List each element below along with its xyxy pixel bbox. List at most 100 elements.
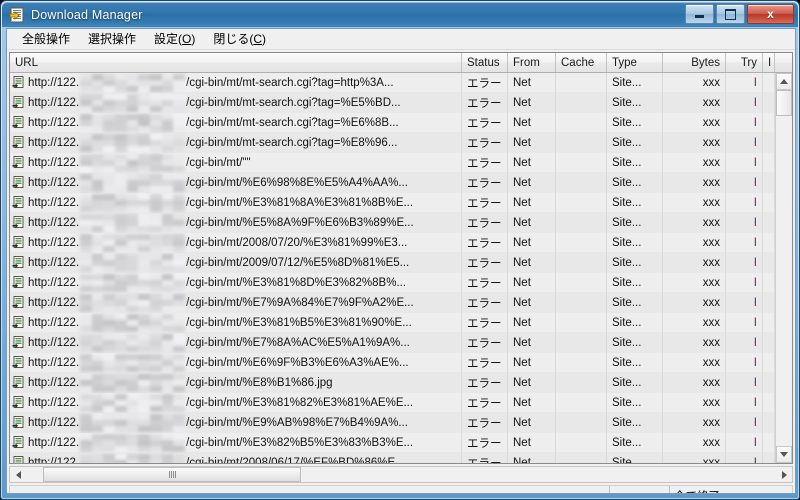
table-row[interactable]: http://122. /cgi-bin/mt/mt-search.cgi?tag… (10, 132, 775, 153)
scroll-left-button[interactable] (10, 467, 26, 482)
table-row[interactable]: http://122. /cgi-bin/mt/2008/06/17/%EF%BD… (10, 452, 775, 464)
cell-extra (763, 312, 775, 333)
table-row[interactable]: http://122. /cgi-bin/mt/2008/07/20/%E3%81… (10, 232, 775, 253)
menu-item-3[interactable]: 設定(O) (145, 31, 204, 48)
table-row[interactable]: http://122. /cgi-bin/mt/%E3%81%B5%E3%81%9… (10, 312, 775, 333)
cell-bytes: xxx (663, 352, 726, 373)
close-button[interactable]: x (747, 4, 794, 24)
cell-extra (763, 292, 775, 313)
cell-from: Net (508, 232, 556, 253)
cell-cache (556, 92, 607, 113)
cell-value: xxx (702, 96, 720, 109)
table-row[interactable]: http://122. /cgi-bin/mt/%E7%8A%AC%E5%A1%9… (10, 332, 775, 353)
column-header-try[interactable]: Try (726, 53, 763, 72)
table-row[interactable]: http://122. /cgi-bin/mt/%E5%8A%9F%E6%B3%8… (10, 212, 775, 233)
vertical-scrollbar[interactable] (775, 73, 792, 463)
cell-url: http://122. /cgi-bin/mt/%E3%81%8D%E3%82%8… (10, 272, 462, 293)
redacted-host-blur (80, 253, 186, 272)
url-path: /cgi-bin/mt/%E7%8A%AC%E5%A1%9A%... (186, 336, 410, 349)
scroll-down-button[interactable] (776, 446, 792, 463)
cell-value: Net (513, 456, 531, 464)
cell-extra (763, 272, 775, 293)
table-row[interactable]: http://122. /cgi-bin/mt/%E9%AB%98%E7%B4%9… (10, 412, 775, 433)
cell-value: Site... (612, 156, 642, 169)
column-header-status[interactable]: Status (462, 53, 508, 72)
menu-item-4[interactable]: 閉じる(C) (204, 31, 275, 48)
column-header-extra[interactable]: I (763, 53, 775, 72)
url-path: /cgi-bin/mt/%E3%81%8A%E3%81%8B%E... (186, 196, 414, 209)
maximize-button[interactable] (716, 4, 745, 24)
document-download-icon (12, 116, 25, 129)
cell-try: I (726, 352, 763, 373)
horizontal-scrollbar[interactable] (9, 466, 793, 483)
menu-item-2[interactable]: 選択操作 (79, 31, 145, 48)
table-row[interactable]: http://122. /cgi-bin/mt/2009/07/12/%E5%8D… (10, 252, 775, 273)
cell-try-value: I (753, 356, 757, 369)
column-header-url[interactable]: URL (10, 53, 462, 72)
cell-status: エラー (462, 452, 508, 463)
table-row[interactable]: http://122. /cgi-bin/mt/"" エラー Net Site... xx… (10, 152, 775, 173)
table-row[interactable]: http://122. /cgi-bin/mt/%E3%81%82%E3%81%A… (10, 392, 775, 413)
resize-grip[interactable] (777, 491, 791, 493)
table-row[interactable]: http://122. /cgi-bin/mt/mt-search.cgi?tag… (10, 112, 775, 133)
minimize-button[interactable] (685, 4, 714, 24)
cell-try: I (726, 192, 763, 213)
cell-cache (556, 392, 607, 413)
cell-value: Net (513, 96, 531, 109)
title-bar[interactable]: Download Manager x (2, 2, 798, 27)
cell-from: Net (508, 92, 556, 113)
url-protocol-host: http://122. (28, 256, 80, 269)
document-download-icon (12, 216, 25, 229)
cell-value: Net (513, 236, 531, 249)
cell-from: Net (508, 312, 556, 333)
column-header-from[interactable]: From (508, 53, 556, 72)
table-row[interactable]: http://122. /cgi-bin/mt/mt-search.cgi?tag… (10, 92, 775, 113)
scroll-up-button[interactable] (776, 73, 792, 90)
cell-status: エラー (462, 372, 508, 393)
horizontal-scroll-thumb[interactable] (43, 467, 301, 482)
table-row[interactable]: http://122. /cgi-bin/mt/mt-search.cgi?tag… (10, 73, 775, 93)
cell-value: Net (513, 416, 531, 429)
table-row[interactable]: http://122. /cgi-bin/mt/%E6%9F%B3%E6%A3%A… (10, 352, 775, 373)
list-rows-viewport[interactable]: http://122. /cgi-bin/mt/mt-search.cgi?tag… (10, 73, 775, 463)
cell-cache (556, 412, 607, 433)
cell-type: Site... (607, 452, 663, 463)
table-row[interactable]: http://122. /cgi-bin/mt/%E8%B1%86.jpg エラー N… (10, 372, 775, 393)
cell-try-value: I (753, 256, 757, 269)
cell-type: Site... (607, 292, 663, 313)
url-protocol-host: http://122. (28, 296, 80, 309)
column-header-cache[interactable]: Cache (556, 53, 607, 72)
column-header-type[interactable]: Type (607, 53, 663, 72)
table-row[interactable]: http://122. /cgi-bin/mt/%E7%9A%84%E7%9F%A… (10, 292, 775, 313)
table-row[interactable]: http://122. /cgi-bin/mt/%E3%82%B5%E3%83%B… (10, 432, 775, 453)
vertical-scroll-thumb[interactable] (776, 90, 792, 116)
cell-try: I (726, 392, 763, 413)
table-row[interactable]: http://122. /cgi-bin/mt/%E6%98%8E%E5%A4%A… (10, 172, 775, 193)
scroll-right-button[interactable] (776, 467, 792, 482)
table-row[interactable]: http://122. /cgi-bin/mt/%E3%81%8D%E3%82%8… (10, 272, 775, 293)
cell-try: I (726, 312, 763, 333)
document-download-icon (12, 436, 25, 449)
cell-status: エラー (462, 272, 508, 293)
url-path: /cgi-bin/mt/mt-search.cgi?tag=%E6%8B... (186, 116, 399, 129)
download-list-view[interactable]: URL Status From Cache Type Bytes Try I http://1… (9, 52, 793, 464)
url-protocol-host: http://122. (28, 176, 80, 189)
cell-value: エラー (467, 117, 502, 130)
cell-url: http://122. /cgi-bin/mt/%E9%AB%98%E7%B4%9… (10, 412, 462, 433)
url-path: /cgi-bin/mt/%E6%98%8E%E5%A4%AA%... (186, 176, 408, 189)
table-row[interactable]: http://122. /cgi-bin/mt/%E3%81%8A%E3%81%8… (10, 192, 775, 213)
cell-value: Net (513, 356, 531, 369)
cell-try-value: I (753, 376, 757, 389)
cell-try: I (726, 92, 763, 113)
cell-value: エラー (467, 297, 502, 310)
cell-value: Site... (612, 276, 642, 289)
column-header-bytes[interactable]: Bytes (663, 53, 726, 72)
cell-status: エラー (462, 392, 508, 413)
cell-value: xxx (702, 396, 720, 409)
list-header[interactable]: URL Status From Cache Type Bytes Try I (10, 53, 792, 73)
cell-try-value: I (753, 96, 757, 109)
cell-value: Site... (612, 236, 642, 249)
cell-status: エラー (462, 352, 508, 373)
redacted-host-blur (80, 73, 186, 92)
menu-item-1[interactable]: 全般操作 (13, 31, 79, 48)
